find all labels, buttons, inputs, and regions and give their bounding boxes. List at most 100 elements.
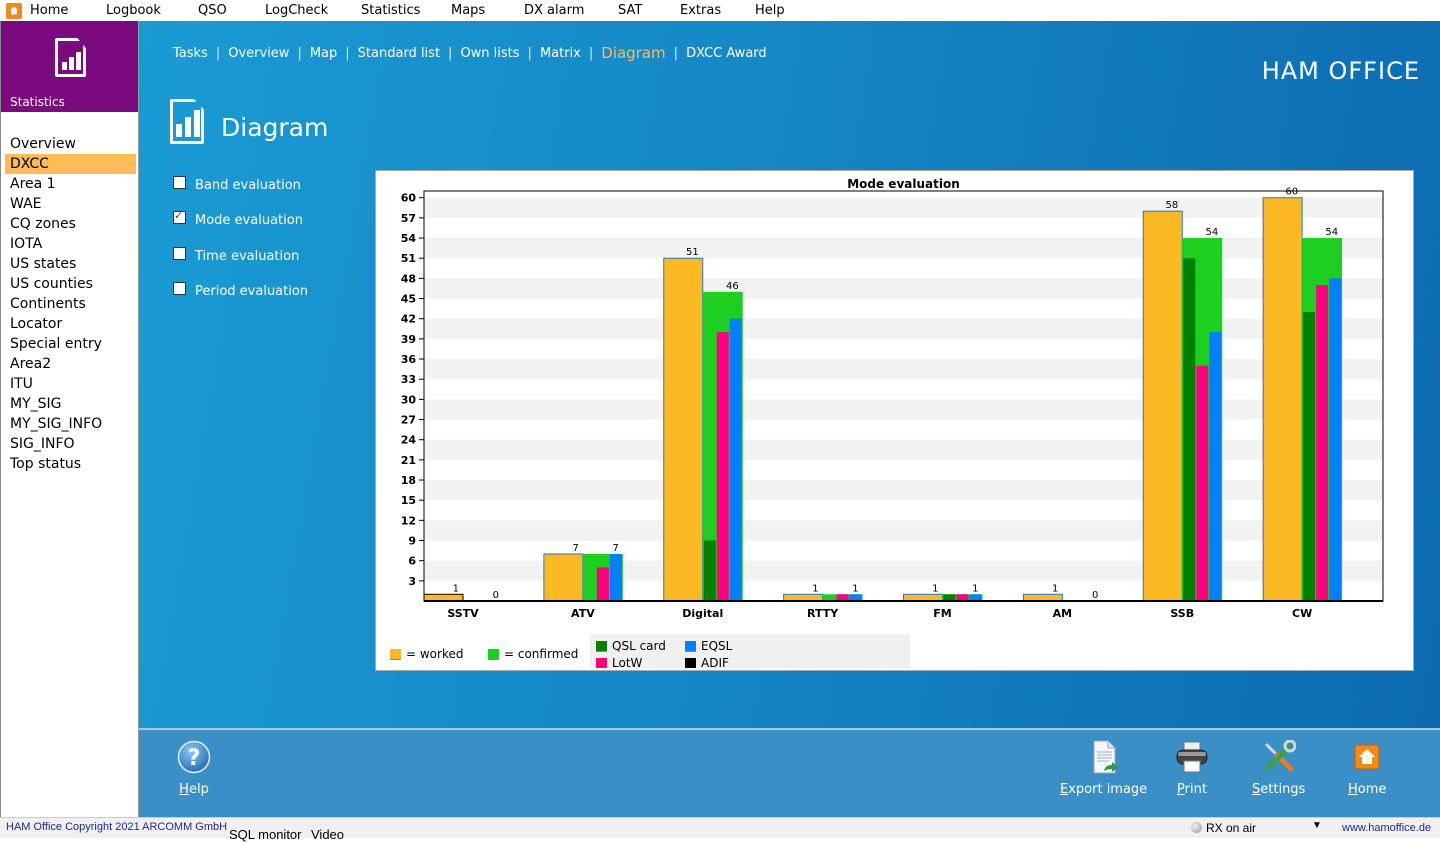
menu-statistics[interactable]: Statistics: [361, 3, 420, 18]
x-tick-label: SSB: [1170, 607, 1194, 620]
nav-separator: |: [345, 46, 350, 61]
home-button[interactable]: Home: [1348, 740, 1386, 797]
sidebar-item-my-sig[interactable]: MY_SIG: [1, 394, 138, 414]
legend-eqsl: EQSL: [685, 639, 732, 653]
tab-dxcc-award[interactable]: DXCC Award: [686, 46, 767, 62]
menu-extras[interactable]: Extras: [680, 3, 721, 18]
sidebar-item-my-sig-info[interactable]: MY_SIG_INFO: [1, 414, 138, 434]
bar-worked: [663, 257, 704, 602]
tab-standard-list[interactable]: Standard list: [358, 46, 440, 62]
menu-logbook[interactable]: Logbook: [106, 3, 161, 18]
diagram-icon: [170, 99, 204, 144]
rx-status-led-icon: [1191, 822, 1202, 833]
sidebar-item-overview[interactable]: Overview: [1, 134, 138, 154]
sidebar-item-special-entry[interactable]: Special entry: [1, 334, 138, 354]
bar-worked: [783, 593, 824, 602]
y-tick-label: 3: [408, 575, 416, 588]
bottom-toolbar: ? Help Export image Print Settings Home: [139, 728, 1440, 817]
nav-separator: |: [527, 46, 532, 61]
website-link[interactable]: www.hamoffice.de: [1342, 822, 1431, 834]
x-tick-label: CW: [1292, 607, 1312, 620]
bar-lotw: [716, 332, 729, 601]
settings-button[interactable]: Settings: [1252, 739, 1305, 797]
menu-qso[interactable]: QSO: [198, 3, 227, 18]
sidebar-item-area2[interactable]: Area2: [1, 354, 138, 374]
menu-logcheck[interactable]: LogCheck: [265, 3, 328, 18]
sidebar-item-us-states[interactable]: US states: [1, 254, 138, 274]
sidebar-item-sig-info[interactable]: SIG_INFO: [1, 434, 138, 454]
bar-worked: [903, 593, 943, 602]
tab-tasks[interactable]: Tasks: [173, 46, 208, 62]
legend-label: EQSL: [701, 639, 733, 653]
data-label-worked: 60: [1285, 187, 1298, 198]
grid-band: [424, 278, 1383, 299]
bar-lotw: [596, 567, 609, 601]
checkbox[interactable]: [173, 176, 186, 189]
statistics-icon: [55, 38, 86, 77]
option-band-evaluation[interactable]: Band evaluation: [173, 176, 301, 193]
menu-bar: Home Logbook QSO LogCheck Statistics Map…: [0, 0, 1440, 21]
rx-dropdown-icon[interactable]: ▼: [1312, 820, 1322, 831]
sidebar-item-itu[interactable]: ITU: [1, 374, 138, 394]
status-bar: HAM Office Copyright 2021 ARCOMM GmbH SQ…: [0, 817, 1440, 842]
data-label-worked: 58: [1166, 200, 1179, 211]
tab-overview[interactable]: Overview: [228, 46, 289, 62]
grid-band: [424, 399, 1383, 420]
grid-band: [424, 318, 1383, 339]
sidebar-item-iota[interactable]: IOTA: [1, 234, 138, 254]
checkbox[interactable]: [173, 282, 186, 295]
bar-eqsl: [1209, 332, 1222, 601]
menu-home[interactable]: Home: [30, 3, 68, 18]
y-tick-label: 12: [401, 514, 416, 527]
menu-maps[interactable]: Maps: [451, 3, 485, 18]
home-icon[interactable]: [6, 2, 22, 19]
sidebar-item-continents[interactable]: Continents: [1, 294, 138, 314]
grid-band: [424, 480, 1383, 501]
nav-separator: |: [215, 46, 221, 61]
chart-title: Mode evaluation: [847, 177, 960, 191]
data-label-confirmed: 0: [1092, 590, 1098, 601]
data-label-confirmed: 1: [972, 583, 978, 594]
legend-confirmation-types: QSL card EQSL LotW ADIF: [590, 634, 910, 668]
checkbox[interactable]: [173, 209, 186, 224]
checkbox[interactable]: [173, 247, 186, 260]
sidebar-list: Overview DXCC Area 1 WAE CQ zones IOTA US stat…: [1, 134, 138, 474]
bar-lotw: [836, 594, 849, 601]
sidebar-title: Statistics: [10, 95, 65, 109]
option-time-evaluation[interactable]: Time evaluation: [173, 247, 299, 264]
tab-matrix[interactable]: Matrix: [540, 46, 581, 62]
menu-help[interactable]: Help: [755, 3, 785, 18]
tab-map[interactable]: Map: [310, 46, 337, 62]
sidebar-item-wae[interactable]: WAE: [1, 194, 138, 214]
legend-label: LotW: [612, 656, 643, 668]
sql-monitor-link[interactable]: SQL monitor: [229, 827, 302, 842]
menu-dx-alarm[interactable]: DX alarm: [524, 3, 584, 18]
bar-worked: [543, 553, 584, 602]
sidebar-item-us-counties[interactable]: US counties: [1, 274, 138, 294]
tab-own-lists[interactable]: Own lists: [460, 46, 519, 62]
export-image-button[interactable]: Export image: [1060, 740, 1147, 797]
bar-eqsl: [609, 553, 622, 601]
menu-sat[interactable]: SAT: [618, 3, 642, 18]
tab-diagram[interactable]: Diagram: [601, 44, 665, 62]
y-tick-label: 24: [401, 434, 417, 447]
sidebar-item-dxcc[interactable]: DXCC: [5, 154, 136, 174]
grid-band: [424, 359, 1383, 380]
legend-swatch-confirmed: [488, 648, 499, 660]
nav-separator: |: [297, 46, 302, 61]
help-button[interactable]: ? Help: [177, 740, 211, 797]
mode-evaluation-chart: Mode evaluation3691215182124273033363942…: [401, 177, 1384, 620]
y-tick-label: 54: [401, 232, 417, 245]
sidebar-item-top-status[interactable]: Top status: [1, 454, 138, 474]
sidebar-item-area-1[interactable]: Area 1: [1, 174, 138, 194]
video-link[interactable]: Video: [311, 827, 344, 842]
print-button[interactable]: Print: [1175, 740, 1209, 797]
y-tick-label: 27: [401, 414, 416, 427]
x-tick-label: ATV: [571, 607, 595, 620]
nav-separator: |: [448, 46, 453, 61]
option-period-evaluation[interactable]: Period evaluation: [173, 282, 308, 299]
sidebar-item-locator[interactable]: Locator: [1, 314, 138, 334]
sidebar-item-cq-zones[interactable]: CQ zones: [1, 214, 138, 234]
option-mode-evaluation[interactable]: Mode evaluation: [173, 209, 303, 228]
top-navigation: Tasks | Overview | Map | Standard list | Own lis…: [173, 44, 767, 62]
